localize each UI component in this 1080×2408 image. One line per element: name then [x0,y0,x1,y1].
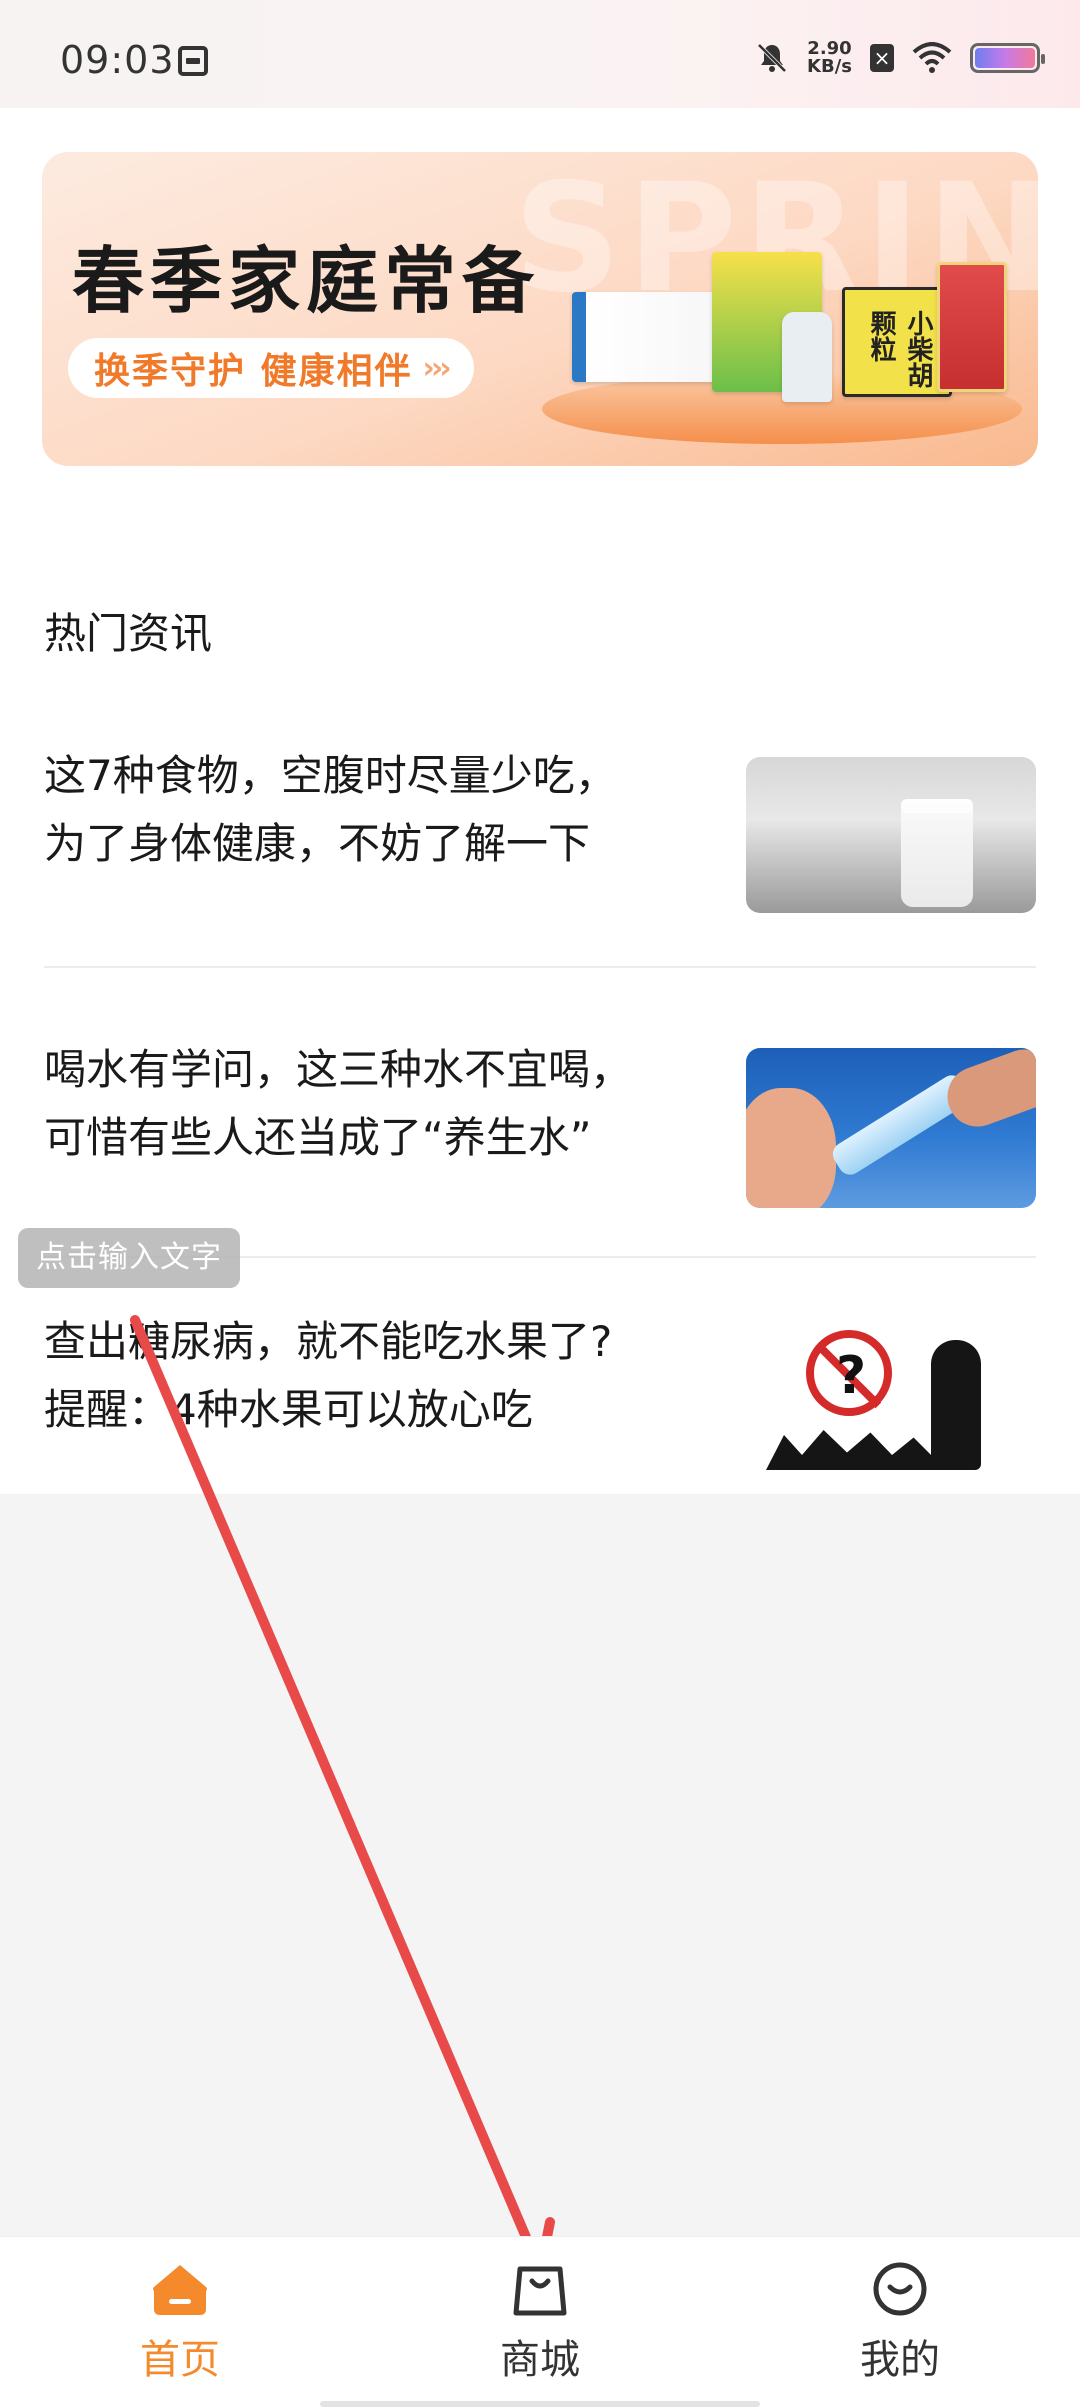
bell-off-icon [757,43,787,73]
tab-label-profile: 我的 [860,2337,940,2383]
clipboard-icon [178,46,208,76]
shopping-bag-icon [513,2266,567,2316]
home-indicator [320,2401,760,2407]
news-headline-line: 这7种食物，空腹时尽量少吃， [44,751,617,800]
promo-banner[interactable]: SPRIN 春季家庭常备 换季守护 健康相伴 ››› 小柴胡颗粒 [42,152,1038,466]
network-speed-unit: KB/s [807,56,852,77]
news-item[interactable]: 这7种食物，空腹时尽量少吃， 为了身体健康，不妨了解一下 [44,730,1036,968]
divider [44,966,1036,968]
tab-profile[interactable]: 我的 [800,2259,1000,2383]
news-item[interactable]: 查出糖尿病，就不能吃水果了? 提醒：4种水果可以放心吃 ? [44,1298,1036,1494]
medicine-box-image: 小柴胡颗粒 [842,287,952,397]
news-headline-line: 喝水有学问，这三种水不宜喝， [44,1045,633,1094]
banner-pill[interactable]: 换季守护 健康相伴 ››› [68,338,474,398]
news-headline-line: 可惜有些人还当成了“养生水” [44,1113,592,1162]
status-bar: 09:03 2.90 KB/s × [0,0,1080,108]
person-silhouette-image [931,1340,981,1470]
person-face-image [746,1088,836,1208]
news-headline: 这7种食物，空腹时尽量少吃， 为了身体健康，不妨了解一下 [44,742,684,878]
tab-home[interactable]: 首页 [80,2259,280,2383]
nasal-spray-image [782,312,832,402]
wifi-icon [912,42,952,73]
status-time: 09:03 [60,38,175,82]
news-headline-line: 为了身体健康，不妨了解一下 [44,819,591,868]
news-headline: 喝水有学问，这三种水不宜喝， 可惜有些人还当成了“养生水” [44,1036,684,1172]
home-icon [153,2265,207,2315]
news-headline-line: 提醒：4种水果可以放心吃 [44,1385,533,1434]
news-thumbnail [746,757,1036,913]
medicine-box-image [937,262,1007,392]
milk-glass-image [901,799,973,907]
battery-level [975,48,1035,68]
silhouette-image [766,1430,946,1470]
arm-image [939,1048,1036,1136]
section-title-hot-news: 热门资讯 [44,609,213,658]
tab-shop[interactable]: 商城 [440,2259,640,2383]
bottom-navigation: 首页 商城 我的 [0,2236,1080,2408]
banner-pill-text: 换季守护 健康相伴 [94,351,413,392]
question-mark: ? [836,1346,867,1406]
network-speed: 2.90 KB/s [807,40,852,76]
tab-label-shop: 商城 [500,2337,580,2383]
profile-smile-icon [873,2262,927,2316]
banner-title: 春季家庭常备 [72,239,541,323]
input-text-tooltip[interactable]: 点击输入文字 [18,1228,240,1288]
no-symbol-icon: ? [806,1330,892,1416]
battery-icon [970,43,1045,73]
chevron-right-icon: ››› [422,350,452,386]
news-thumbnail: ? [746,1310,1036,1486]
news-headline-line: 查出糖尿病，就不能吃水果了? [44,1317,613,1366]
news-headline: 查出糖尿病，就不能吃水果了? 提醒：4种水果可以放心吃 [44,1308,684,1444]
news-thumbnail [746,1048,1036,1208]
news-item[interactable]: 喝水有学问，这三种水不宜喝， 可惜有些人还当成了“养生水” [44,1020,1036,1258]
tab-label-home: 首页 [140,2337,220,2383]
status-icons: 2.90 KB/s × [755,36,1045,80]
x-badge-icon: × [870,44,894,72]
product-label: 小柴胡颗粒 [866,310,933,388]
